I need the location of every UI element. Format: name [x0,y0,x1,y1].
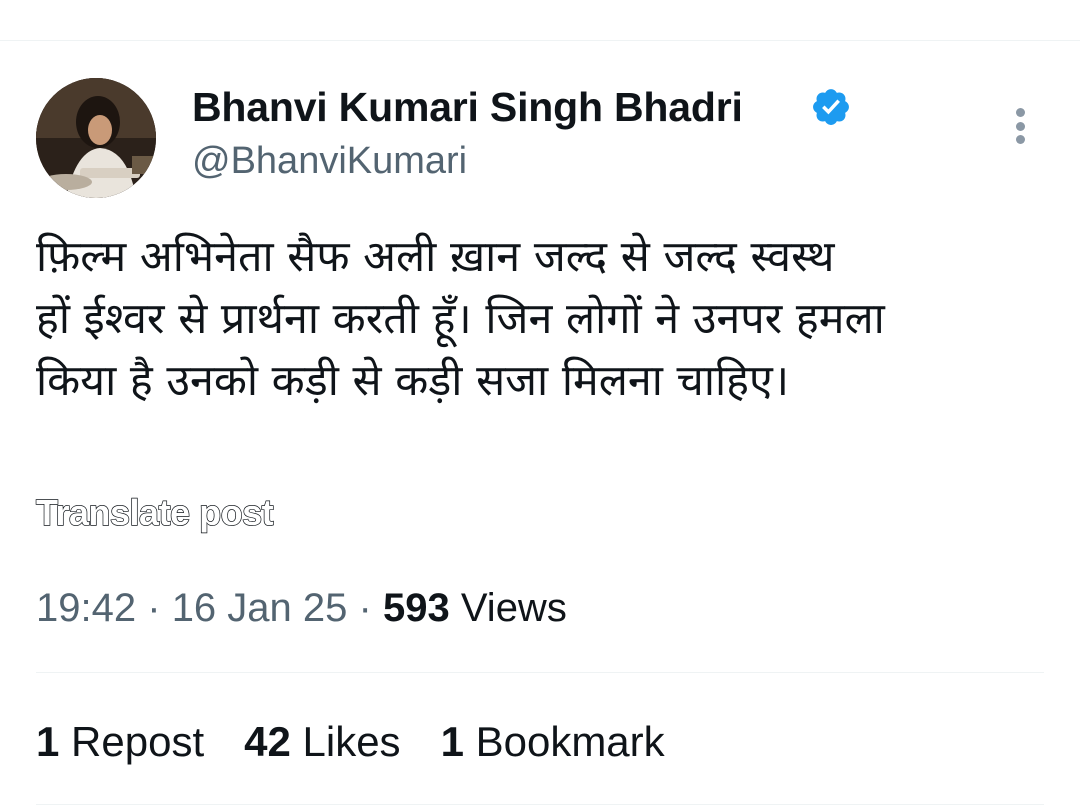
likes-stat[interactable]: 42 Likes [244,718,400,766]
avatar[interactable] [36,78,156,198]
post-detail: Bhanvi Kumari Singh Bhadri @BhanviKumari… [0,0,1080,810]
likes-count: 42 [244,718,291,765]
post-meta: 19:42 · 16 Jan 25 · 593 Views [36,586,567,631]
divider [0,40,1080,41]
likes-label: Likes [302,718,401,765]
divider [36,804,1044,805]
post-text-line: किया है उनको कड़ी से कड़ी सजा मिलना चाहि… [36,356,790,406]
author-display-name[interactable]: Bhanvi Kumari Singh Bhadri [192,84,743,131]
post-text: फ़िल्म अभिनेता सैफ अली ख़ान जल्द से जल्द… [36,226,1046,412]
reposts-stat[interactable]: 1 Repost [36,718,204,766]
profile-photo [36,78,156,198]
bookmarks-label: Bookmark [475,718,665,765]
divider [36,672,1044,673]
post-date[interactable]: 16 Jan 25 [172,586,348,630]
post-text-line: फ़िल्म अभिनेता सैफ अली ख़ान जल्द से जल्द… [36,232,835,282]
separator: · [358,586,372,630]
translate-post-link[interactable]: Translate post [35,491,274,534]
reposts-count: 1 [36,718,60,765]
engagement-stats: 1 Repost 42 Likes 1 Bookmark [36,718,665,766]
bookmarks-count: 1 [440,718,464,765]
dot [1015,108,1025,117]
dot [1015,135,1025,144]
reposts-label: Repost [71,718,205,765]
author-handle[interactable]: @BhanviKumari [192,140,467,183]
views-label: Views [460,586,567,630]
verified-badge-icon [813,89,849,125]
dot [1015,121,1025,131]
post-time[interactable]: 19:42 [36,586,136,630]
separator: · [147,586,161,630]
views-count: 593 [382,586,450,630]
bookmarks-stat[interactable]: 1 Bookmark [441,718,665,766]
ellipsis-vertical-icon[interactable] [1004,104,1036,148]
post-text-line: हों ईश्वर से प्रार्थना करती हूँ। जिन लोग… [36,294,885,344]
